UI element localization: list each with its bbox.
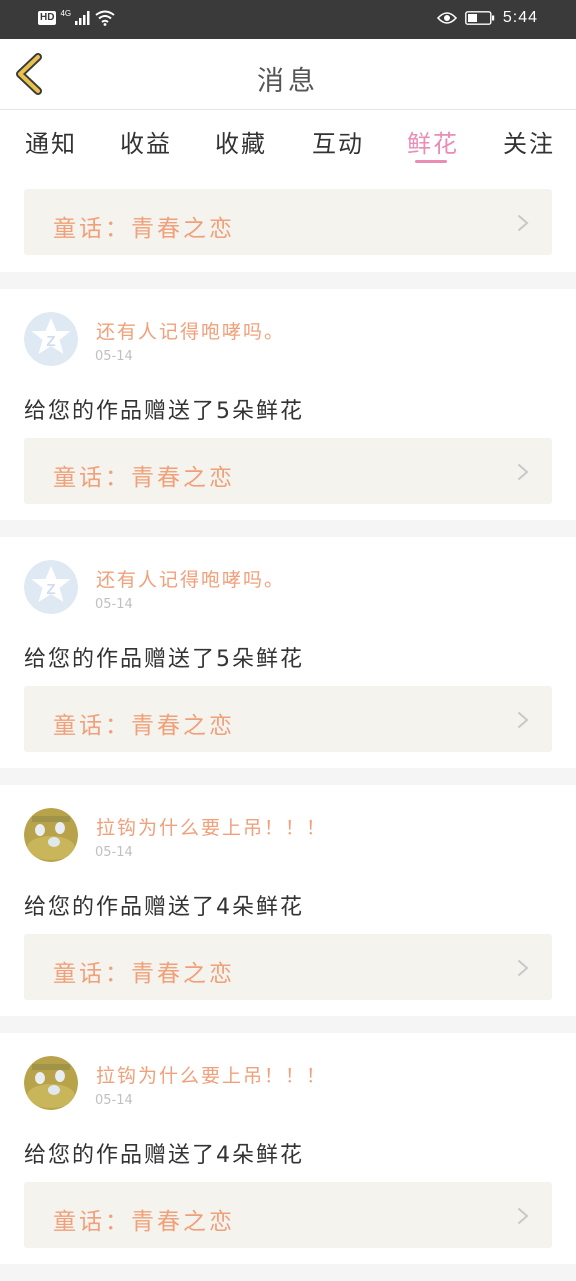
tab-bar: 通知 收益 收藏 互动 鲜花 关注 — [0, 110, 576, 172]
tab-follows[interactable]: 关注 — [503, 124, 555, 159]
work-title: 童话：青春之恋 — [53, 216, 235, 242]
work-card[interactable]: 童话：青春之恋 — [24, 686, 552, 752]
divider — [0, 1016, 576, 1033]
sender-name[interactable]: 拉钩为什么要上吊！！！ — [96, 813, 327, 840]
hd-badge: HD — [38, 11, 57, 25]
signal-icon — [75, 11, 90, 25]
work-title: 童话：青春之恋 — [53, 961, 235, 987]
default-avatar-icon[interactable]: Z — [24, 312, 78, 366]
message-text: 给您的作品赠送了5朵鲜花 — [24, 399, 304, 424]
wifi-icon — [95, 10, 115, 26]
list-item: 童话：青春之恋 — [0, 172, 576, 272]
work-title: 童话：青春之恋 — [53, 465, 235, 491]
header: 消息 — [0, 39, 576, 110]
status-bar: HD 4G 5:44 — [0, 0, 576, 39]
active-tab-indicator — [415, 160, 447, 163]
divider — [0, 520, 576, 537]
chevron-right-icon — [518, 960, 529, 976]
svg-text:Z: Z — [46, 581, 55, 598]
chevron-right-icon — [518, 1208, 529, 1224]
list-item: 拉钩为什么要上吊！！！ 05-14 给您的作品赠送了4朵鲜花 童话：青春之恋 — [0, 785, 576, 1016]
sender-name[interactable]: 拉钩为什么要上吊！！！ — [96, 1061, 327, 1088]
status-right: 5:44 — [436, 9, 538, 27]
message-date: 05-14 — [95, 1093, 133, 1108]
chevron-right-icon — [518, 712, 529, 728]
eye-icon — [436, 12, 457, 24]
svg-text:Z: Z — [46, 333, 55, 350]
message-text: 给您的作品赠送了4朵鲜花 — [24, 895, 304, 920]
divider — [0, 768, 576, 785]
sender-name[interactable]: 还有人记得咆哮吗。 — [96, 565, 285, 592]
tab-interactions[interactable]: 互动 — [312, 124, 364, 159]
message-list: 童话：青春之恋 Z 还有人记得咆哮吗。 05-14 给您的作品赠送了5朵鲜花 童… — [0, 172, 576, 1281]
tab-favorites[interactable]: 收藏 — [215, 124, 267, 159]
default-avatar-icon[interactable]: Z — [24, 560, 78, 614]
message-date: 05-14 — [95, 597, 133, 612]
clock: 5:44 — [502, 9, 538, 26]
sender-name[interactable]: 还有人记得咆哮吗。 — [96, 317, 285, 344]
list-item: Z 还有人记得咆哮吗。 05-14 给您的作品赠送了5朵鲜花 童话：青春之恋 — [0, 537, 576, 768]
list-item: 拉钩为什么要上吊！！！ 05-14 给您的作品赠送了4朵鲜花 童话：青春之恋 — [0, 1033, 576, 1264]
status-left: HD 4G — [38, 8, 115, 26]
work-card[interactable]: 童话：青春之恋 — [24, 189, 552, 255]
tab-flowers[interactable]: 鲜花 — [407, 124, 459, 159]
network-type: 4G — [60, 8, 72, 18]
chevron-right-icon — [518, 464, 529, 480]
photo-avatar[interactable] — [24, 808, 78, 862]
photo-avatar[interactable] — [24, 1056, 78, 1110]
message-text: 给您的作品赠送了5朵鲜花 — [24, 647, 304, 672]
tab-notifications[interactable]: 通知 — [25, 124, 77, 159]
message-date: 05-14 — [95, 845, 133, 860]
divider — [0, 272, 576, 289]
work-card[interactable]: 童话：青春之恋 — [24, 438, 552, 504]
divider — [0, 1264, 576, 1281]
work-title: 童话：青春之恋 — [53, 1209, 235, 1235]
work-title: 童话：青春之恋 — [53, 713, 235, 739]
message-text: 给您的作品赠送了4朵鲜花 — [24, 1143, 304, 1168]
tab-earnings[interactable]: 收益 — [120, 124, 172, 159]
list-item: Z 还有人记得咆哮吗。 05-14 给您的作品赠送了5朵鲜花 童话：青春之恋 — [0, 289, 576, 520]
message-date: 05-14 — [95, 349, 133, 364]
page-title: 消息 — [257, 66, 319, 97]
chevron-right-icon — [518, 215, 529, 231]
work-card[interactable]: 童话：青春之恋 — [24, 1182, 552, 1248]
battery-icon — [464, 11, 495, 25]
work-card[interactable]: 童话：青春之恋 — [24, 934, 552, 1000]
